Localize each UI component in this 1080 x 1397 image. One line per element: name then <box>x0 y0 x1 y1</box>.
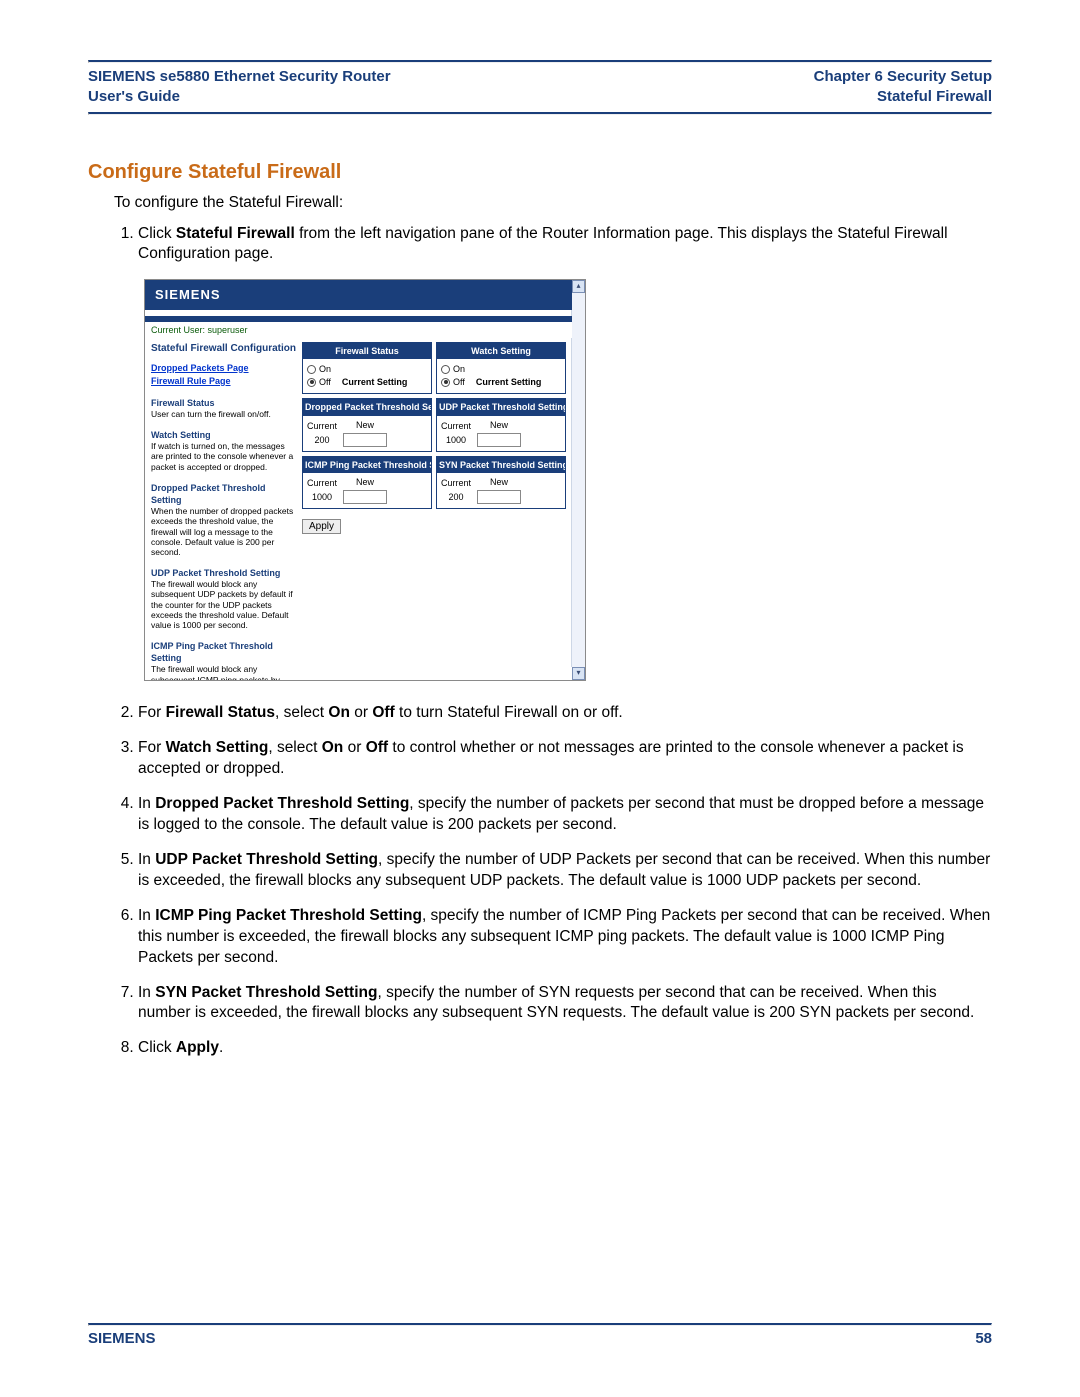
box-icmp-packet: ICMP Ping Packet Threshold Setting Curre… <box>302 456 432 509</box>
header-section: Stateful Firewall <box>814 87 992 107</box>
box-dropped-packet: Dropped Packet Threshold Setting Current… <box>302 398 432 451</box>
box-udp-packet: UDP Packet Threshold Setting Current1000… <box>436 398 566 451</box>
help-udp-packet: UDP Packet Threshold Setting The firewal… <box>151 567 296 630</box>
help-icmp-packet: ICMP Ping Packet Threshold Setting The f… <box>151 640 296 680</box>
header-rule-bottom <box>88 112 992 115</box>
step-3: For Watch Setting, select On or Off to c… <box>138 738 992 780</box>
header-chapter: Chapter 6 Security Setup <box>814 67 992 87</box>
left-pane-title: Stateful Firewall Configuration <box>151 342 296 356</box>
box-syn-packet: SYN Packet Threshold Setting Current200 … <box>436 456 566 509</box>
icmp-new-input[interactable] <box>343 490 387 504</box>
udp-new-input[interactable] <box>477 433 521 447</box>
screenshot-content: SIEMENS Current User: superuser Stateful… <box>145 280 572 680</box>
footer-brand: SIEMENS <box>88 1330 156 1347</box>
embedded-screenshot: ▴ ▾ SIEMENS Current User: superuser Stat… <box>144 279 586 681</box>
radio-icon[interactable] <box>441 378 450 387</box>
steps-list: Click Stateful Firewall from the left na… <box>114 224 992 1060</box>
document-page: SIEMENS se5880 Ethernet Security Router … <box>0 0 1080 1397</box>
scroll-down-icon[interactable]: ▾ <box>572 667 585 680</box>
help-dropped-packet: Dropped Packet Threshold Setting When th… <box>151 482 296 557</box>
help-firewall-status: Firewall Status User can turn the firewa… <box>151 397 296 419</box>
page-footer: SIEMENS 58 <box>88 1323 992 1347</box>
radio-icon[interactable] <box>441 365 450 374</box>
step-7: In SYN Packet Threshold Setting, specify… <box>138 983 992 1025</box>
step-4: In Dropped Packet Threshold Setting, spe… <box>138 794 992 836</box>
help-watch-setting: Watch Setting If watch is turned on, the… <box>151 429 296 472</box>
link-firewall-rule[interactable]: Firewall Rule Page <box>151 375 296 387</box>
fs-on-row[interactable]: On <box>307 363 427 375</box>
header-product: SIEMENS se5880 Ethernet Security Router <box>88 67 391 87</box>
radio-icon[interactable] <box>307 365 316 374</box>
header-left: SIEMENS se5880 Ethernet Security Router … <box>88 67 391 108</box>
link-dropped-packets[interactable]: Dropped Packets Page <box>151 362 296 374</box>
step-6: In ICMP Ping Packet Threshold Setting, s… <box>138 906 992 969</box>
config-layout: Stateful Firewall Configuration Dropped … <box>145 338 572 680</box>
section-title: Configure Stateful Firewall <box>88 161 992 184</box>
footer-page-number: 58 <box>975 1330 992 1347</box>
syn-new-input[interactable] <box>477 490 521 504</box>
current-user-line: Current User: superuser <box>145 322 572 338</box>
intro-text: To configure the Stateful Firewall: <box>114 194 992 212</box>
step-5: In UDP Packet Threshold Setting, specify… <box>138 850 992 892</box>
apply-button[interactable]: Apply <box>302 519 341 534</box>
radio-icon[interactable] <box>307 378 316 387</box>
header-doc: User's Guide <box>88 87 391 107</box>
footer-rule <box>88 1323 992 1326</box>
ws-on-row[interactable]: On <box>441 363 561 375</box>
left-nav-pane: Stateful Firewall Configuration Dropped … <box>145 338 302 680</box>
scroll-up-icon[interactable]: ▴ <box>572 280 585 293</box>
dp-new-input[interactable] <box>343 433 387 447</box>
box-firewall-status: Firewall Status On Off Current Setting <box>302 342 432 394</box>
header-right: Chapter 6 Security Setup Stateful Firewa… <box>814 67 992 108</box>
fs-off-row[interactable]: Off Current Setting <box>307 376 427 388</box>
step-1: Click Stateful Firewall from the left na… <box>138 224 992 682</box>
step-2: For Firewall Status, select On or Off to… <box>138 703 992 724</box>
brand-bar: SIEMENS <box>145 280 572 310</box>
box-watch-setting: Watch Setting On Off Current Setting <box>436 342 566 394</box>
step-8: Click Apply. <box>138 1038 992 1059</box>
ws-off-row[interactable]: Off Current Setting <box>441 376 561 388</box>
scrollbar[interactable] <box>571 293 585 667</box>
page-header: SIEMENS se5880 Ethernet Security Router … <box>88 63 992 112</box>
settings-pane: Firewall Status On Off Current Setting W… <box>302 338 572 540</box>
